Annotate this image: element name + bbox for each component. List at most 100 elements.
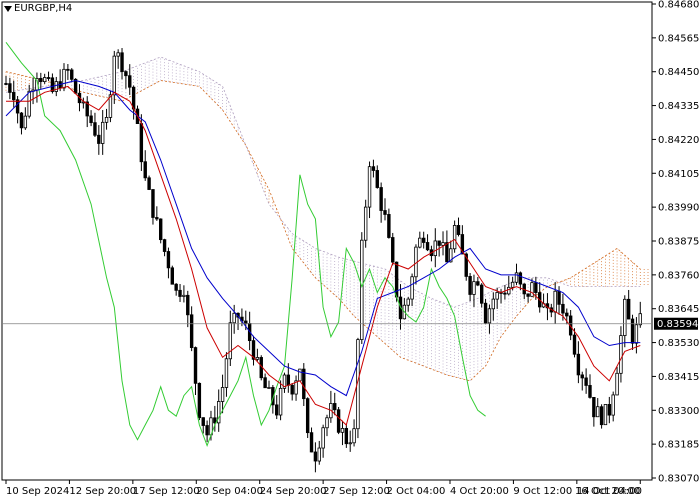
candle-body [561, 303, 565, 314]
candle-body [472, 281, 476, 295]
candle-body [298, 368, 302, 382]
candle-body [97, 134, 101, 144]
candle-body [290, 384, 294, 395]
current-price-label: 0.83594 [657, 319, 698, 330]
x-tick-label: 12 Sep 20:00 [69, 486, 136, 497]
y-tick-label: 0.84450 [658, 67, 699, 78]
candle-body [267, 387, 271, 389]
symbol-label: EURGBP,H4 [14, 3, 73, 14]
candle-body [70, 69, 74, 80]
candle-body [197, 382, 202, 419]
chart-container[interactable]: EURGBP,H4 0.84680 0.84565 0.84450 0.84335 0.… [0, 0, 700, 500]
candle-body [433, 240, 437, 257]
candle-body [572, 334, 577, 355]
candle-body [244, 320, 248, 324]
candle-body [336, 409, 341, 433]
price-chart[interactable]: 0.84680 0.84565 0.84450 0.84335 0.84220 0.841… [0, 0, 700, 500]
candle-body [391, 237, 395, 263]
candle-body [348, 442, 352, 445]
x-axis: 10 Sep 2024 12 Sep 20:0017 Sep 12:0020 Se… [5, 480, 642, 497]
candle-body [12, 92, 16, 101]
candle-body [309, 432, 314, 453]
candle-body [333, 403, 337, 411]
candle-body [42, 77, 47, 83]
candle-body [619, 335, 623, 374]
candle-body [360, 239, 364, 340]
candle-body [278, 387, 283, 416]
candle-body [213, 417, 217, 424]
candle-body [445, 242, 449, 263]
candle-body [510, 281, 515, 288]
candle-body [383, 210, 387, 215]
x-tick-label: 24 Sep 20:00 [260, 486, 327, 497]
y-tick-label: 0.83530 [658, 338, 699, 349]
candle-body [584, 377, 588, 386]
y-tick-label: 0.84335 [658, 101, 699, 112]
candle-body [313, 451, 318, 462]
symbol-dropdown-icon[interactable] [4, 6, 12, 12]
y-tick-label: 0.84105 [658, 169, 699, 180]
candle-body [182, 294, 186, 297]
candle-body [193, 347, 198, 384]
candle-body [507, 286, 511, 295]
candle-body [232, 312, 236, 324]
candle-body [186, 294, 190, 316]
candle-body [476, 281, 480, 286]
candle-body [23, 115, 28, 129]
candle-body [344, 428, 349, 445]
candle-body [100, 121, 105, 144]
candle-body [557, 290, 561, 305]
candle-body [418, 237, 422, 248]
y-tick-label: 0.83415 [658, 372, 699, 383]
candle-body [576, 353, 581, 376]
candle-body [483, 302, 488, 324]
candle-body [205, 425, 209, 436]
candle-body [503, 292, 507, 295]
candle-body [302, 368, 306, 400]
candle-body [615, 372, 619, 396]
candle-body [66, 68, 70, 71]
candle-body [228, 322, 233, 360]
candle-body [19, 112, 24, 129]
candle-body [634, 324, 639, 344]
candle-body [147, 177, 151, 190]
candle-body [580, 374, 584, 379]
candle-body [27, 90, 31, 117]
candle-body [491, 298, 496, 310]
candle-body [514, 272, 519, 283]
candle-body [8, 83, 12, 93]
candle-body [46, 77, 51, 79]
candle-body [224, 358, 229, 388]
x-tick-label: 2 Oct 04:00 [387, 486, 446, 497]
candle-body [456, 225, 461, 235]
y-tick-label: 0.84565 [658, 33, 699, 44]
candle-body [479, 284, 484, 304]
x-tick-label: 16 Oct 20:00 [575, 486, 640, 497]
candle-body [50, 77, 55, 92]
candle-body [112, 55, 116, 96]
candle-body [406, 298, 410, 306]
candle-body [158, 218, 163, 241]
candle-body [530, 282, 534, 297]
candle-body [143, 161, 147, 179]
candle-body [39, 78, 43, 83]
candle-body [553, 290, 557, 313]
candle-body [367, 166, 372, 208]
y-axis: 0.84680 0.84565 0.84450 0.84335 0.84220 0.841… [652, 0, 699, 485]
candle-body [89, 115, 93, 124]
candle-body [178, 289, 182, 297]
candle-body [526, 293, 530, 297]
y-tick-label: 0.83300 [658, 406, 699, 417]
candle-body [603, 404, 608, 426]
candle-body [487, 308, 492, 324]
x-tick-label: 27 Sep 12:00 [323, 486, 390, 497]
candle-body [592, 396, 596, 418]
candle-body [4, 83, 8, 85]
candle-body [166, 251, 171, 269]
candle-body [325, 417, 329, 429]
candle-body [599, 406, 604, 426]
x-tick-label: 4 Oct 20:00 [450, 486, 509, 497]
y-tick-label: 0.83760 [658, 270, 699, 281]
candle-body [62, 68, 66, 89]
x-tick-label: 9 Oct 12:00 [513, 486, 572, 497]
